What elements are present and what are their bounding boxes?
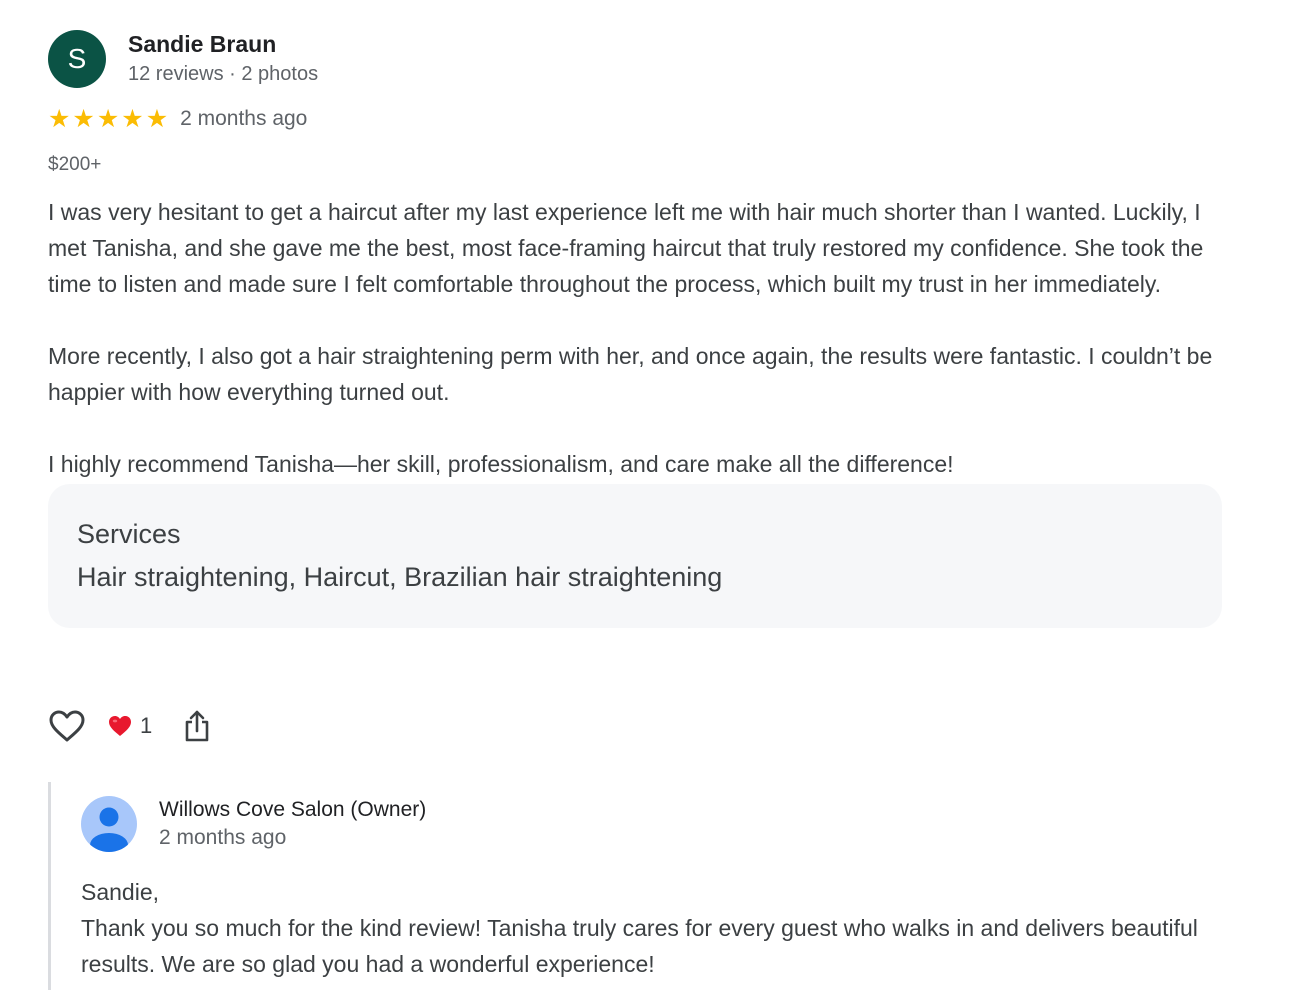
star-icon: ★ bbox=[96, 104, 120, 133]
star-icon: ★ bbox=[121, 104, 144, 133]
share-icon bbox=[185, 710, 209, 742]
reply-meta: Willows Cove Salon (Owner) 2 months ago bbox=[159, 796, 426, 852]
author-meta: 12 reviews · 2 photos bbox=[128, 63, 319, 85]
share-button[interactable] bbox=[182, 708, 212, 744]
services-title: Services bbox=[77, 519, 181, 549]
like-button[interactable] bbox=[48, 708, 86, 744]
star-icon: ★ bbox=[72, 104, 95, 133]
star-icon: ★ bbox=[145, 104, 169, 133]
reaction-count: 1 bbox=[140, 713, 153, 738]
reaction-summary[interactable]: 1 bbox=[108, 713, 152, 739]
review-paragraph: I highly recommend Tanisha—her skill, pr… bbox=[48, 451, 954, 477]
owner-avatar-icon[interactable] bbox=[81, 796, 137, 852]
reply-line: Thank you so much for the kind review! T… bbox=[81, 915, 1198, 977]
red-heart-icon bbox=[109, 716, 131, 736]
avatar[interactable]: S bbox=[48, 30, 106, 88]
owner-reply: Willows Cove Salon (Owner) 2 months ago … bbox=[48, 782, 1228, 990]
star-rating: ★ ★ ★ ★ ★ bbox=[48, 104, 169, 133]
review-header: S Sandie Braun 12 reviews · 2 photos bbox=[48, 30, 1228, 88]
review-time: 2 months ago bbox=[180, 107, 308, 130]
author-info: Sandie Braun 12 reviews · 2 photos bbox=[128, 30, 318, 88]
heart-outline-icon bbox=[49, 710, 85, 742]
owner-name: Willows Cove Salon (Owner) bbox=[159, 798, 427, 821]
services-list: Hair straightening, Haircut, Brazilian h… bbox=[77, 562, 723, 592]
review-actions: 1 bbox=[48, 706, 212, 746]
reply-text: Sandie, Thank you so much for the kind r… bbox=[81, 874, 1228, 982]
review-text: I was very hesitant to get a haircut aft… bbox=[48, 194, 1228, 482]
reply-line: Sandie, bbox=[81, 879, 160, 905]
review-paragraph: I was very hesitant to get a haircut aft… bbox=[48, 199, 1204, 297]
author-name[interactable]: Sandie Braun bbox=[128, 30, 318, 58]
star-icon: ★ bbox=[48, 104, 71, 133]
review-card: S Sandie Braun 12 reviews · 2 photos ★ ★ ★… bbox=[48, 30, 1228, 742]
price-range: $200+ bbox=[48, 154, 102, 175]
reply-time: 2 months ago bbox=[159, 826, 287, 849]
services-box: Services Hair straightening, Haircut, Br… bbox=[48, 484, 1222, 628]
reply-header: Willows Cove Salon (Owner) 2 months ago bbox=[81, 796, 1228, 852]
rating-row: ★ ★ ★ ★ ★ 2 months ago bbox=[48, 104, 1228, 134]
review-paragraph: More recently, I also got a hair straigh… bbox=[48, 343, 1213, 405]
